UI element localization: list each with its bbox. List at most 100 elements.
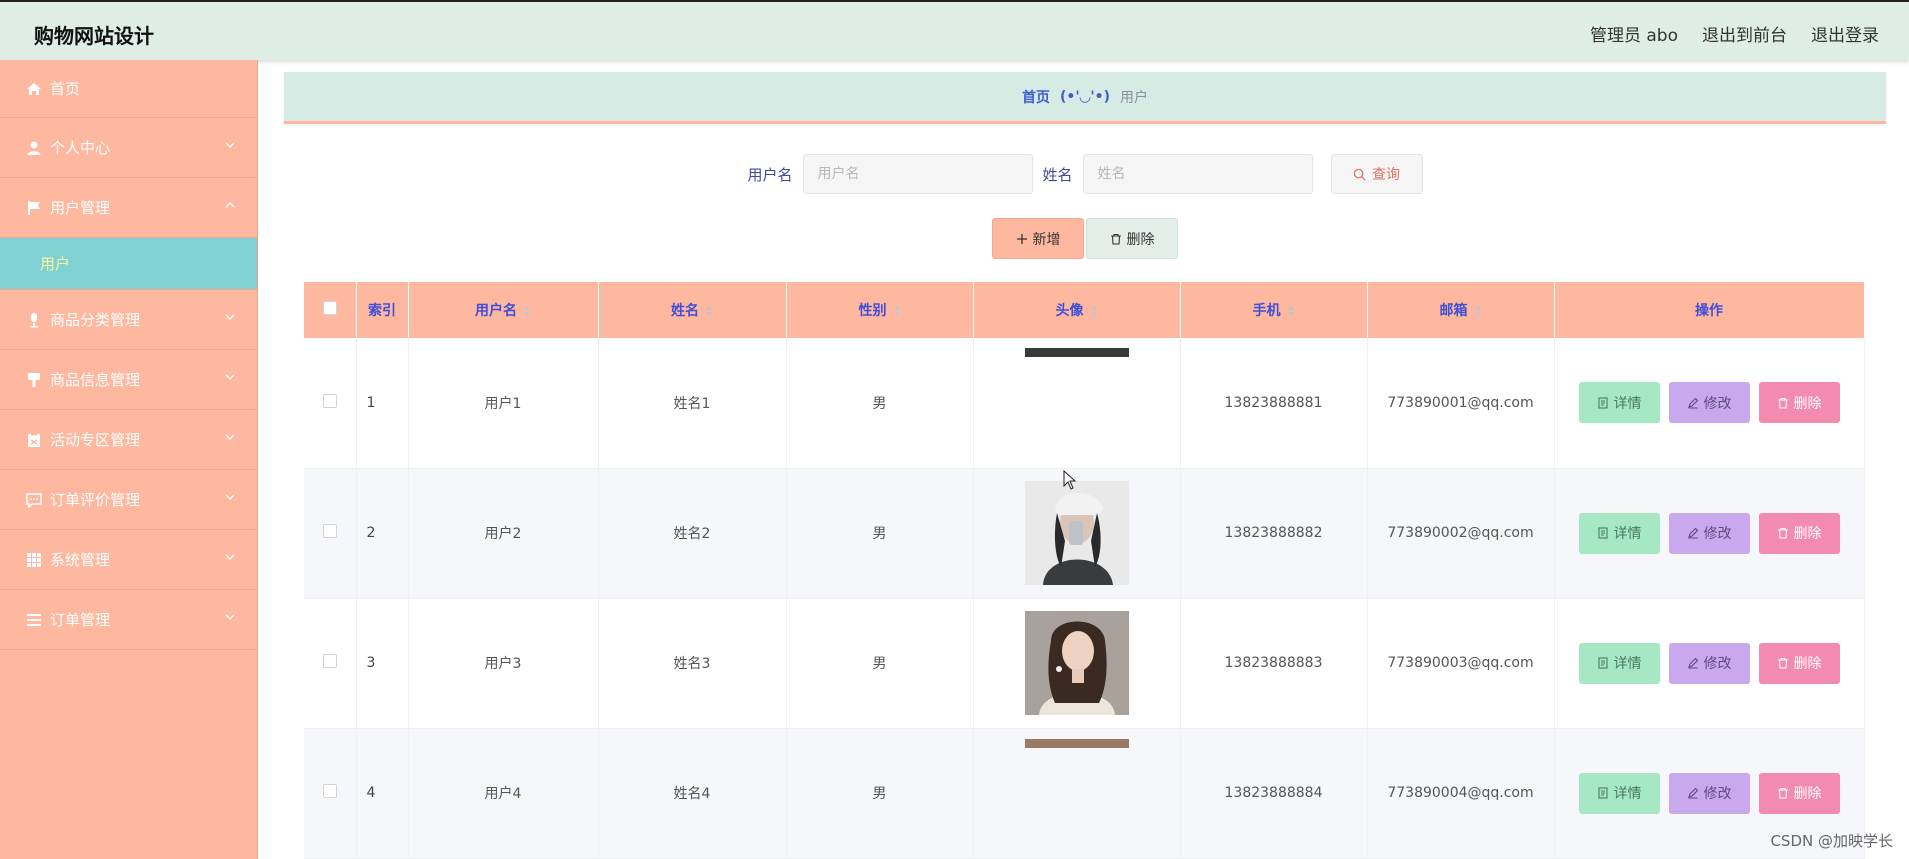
batch-delete-label: 删除	[1126, 231, 1155, 248]
row-checkbox[interactable]	[322, 524, 337, 538]
column-header-label: 邮箱	[1439, 303, 1468, 319]
sort-icon[interactable]	[523, 305, 531, 317]
row-username: 用户3	[408, 598, 599, 729]
table-row: 3 用户3 姓名3 男 13823888883 773890003@qq.com…	[304, 598, 1865, 729]
sidebar-item-user-management[interactable]: 用户管理	[0, 178, 257, 238]
edit-button[interactable]: 修改	[1668, 772, 1750, 814]
row-username: 用户1	[408, 338, 599, 469]
column-header[interactable]: 用户名	[408, 282, 599, 338]
column-header: 索引	[356, 282, 409, 338]
grid-icon	[27, 552, 41, 567]
row-phone: 13823888884	[1180, 728, 1368, 859]
pencil-icon	[1687, 397, 1698, 409]
avatar[interactable]	[1024, 481, 1129, 585]
row-index: 2	[356, 468, 409, 599]
sidebar-item-product-management[interactable]: 商品信息管理	[0, 350, 257, 410]
table-row: 1 用户1 姓名1 男 13823888881 773890001@qq.com…	[304, 338, 1865, 469]
trash-icon	[1777, 787, 1788, 799]
logout-link[interactable]: 退出登录	[1811, 21, 1879, 46]
document-icon	[1597, 657, 1608, 669]
row-email: 773890003@qq.com	[1367, 598, 1555, 729]
column-header-label: 用户名	[475, 303, 517, 319]
batch-delete-button[interactable]: 删除	[1086, 218, 1178, 259]
row-email: 773890001@qq.com	[1367, 338, 1555, 469]
detail-label: 详情	[1613, 786, 1642, 802]
chevron-up-icon	[225, 202, 235, 208]
delete-button[interactable]: 删除	[1758, 512, 1840, 554]
trash-icon	[1777, 657, 1788, 669]
site-title: 购物网站设计	[34, 24, 154, 48]
chevron-down-icon	[225, 614, 235, 620]
edit-button[interactable]: 修改	[1668, 512, 1750, 554]
row-checkbox[interactable]	[322, 393, 337, 408]
column-header[interactable]: 姓名	[598, 282, 787, 338]
search-bar: 用户名 姓名 查询	[284, 154, 1886, 194]
chat-icon	[26, 492, 42, 508]
row-name: 姓名3	[598, 598, 787, 729]
trash-icon	[1777, 397, 1788, 409]
detail-button[interactable]: 详情	[1578, 772, 1660, 814]
sort-icon[interactable]	[705, 305, 713, 317]
sort-icon[interactable]	[893, 305, 901, 317]
username-search-input[interactable]	[802, 154, 1033, 194]
delete-label: 删除	[1793, 656, 1822, 672]
sidebar-item-system-management[interactable]: 系统管理	[0, 530, 257, 590]
column-header[interactable]: 手机	[1180, 282, 1368, 338]
add-button[interactable]: 新增	[992, 218, 1084, 259]
sidebar-item-category-management[interactable]: 商品分类管理	[0, 290, 257, 350]
select-all-checkbox[interactable]	[322, 301, 337, 315]
column-header: 操作	[1554, 282, 1865, 338]
sidebar-item-label: 系统管理	[50, 551, 111, 569]
home-icon	[27, 82, 41, 95]
sidebar-subitem-label: 用户	[40, 255, 71, 273]
row-checkbox[interactable]	[322, 654, 337, 668]
edit-button[interactable]: 修改	[1668, 642, 1750, 684]
breadcrumb-home[interactable]: 首页	[1022, 87, 1050, 107]
pencil-icon	[1687, 527, 1698, 539]
avatar[interactable]	[1024, 738, 1129, 843]
name-search-input[interactable]	[1082, 154, 1313, 194]
chevron-down-icon	[225, 374, 235, 380]
delete-label: 删除	[1793, 526, 1822, 542]
detail-button[interactable]: 详情	[1578, 512, 1660, 554]
brush-icon	[28, 372, 40, 387]
document-icon	[1597, 527, 1608, 539]
delete-button[interactable]: 删除	[1758, 772, 1840, 814]
column-header-label: 头像	[1055, 303, 1084, 319]
admin-label: 管理员 abo	[1589, 26, 1678, 46]
row-gender: 男	[786, 728, 974, 859]
top-nav: 管理员 abo 退出到前台 退出登录	[1590, 21, 1879, 46]
delete-button[interactable]: 删除	[1758, 642, 1840, 684]
sort-icon[interactable]	[1474, 305, 1482, 317]
sidebar-item-home[interactable]: 首页	[0, 60, 257, 118]
mic-icon	[30, 312, 38, 327]
sidebar-item-order-management[interactable]: 订单管理	[0, 590, 257, 650]
column-header[interactable]: 头像	[973, 282, 1181, 338]
row-checkbox[interactable]	[322, 784, 337, 798]
detail-button[interactable]: 详情	[1578, 382, 1660, 424]
sidebar-subitem-user[interactable]: 用户	[0, 238, 257, 290]
document-icon	[1597, 787, 1608, 799]
delete-button[interactable]: 删除	[1758, 382, 1840, 424]
row-gender: 男	[786, 468, 974, 599]
edit-button[interactable]: 修改	[1668, 382, 1750, 424]
detail-button[interactable]: 详情	[1578, 642, 1660, 684]
sidebar-item-personal[interactable]: 个人中心	[0, 118, 257, 178]
row-avatar-cell	[973, 728, 1181, 859]
avatar[interactable]	[1024, 611, 1129, 715]
detail-label: 详情	[1613, 395, 1642, 412]
sidebar-item-activity-management[interactable]: 活动专区管理	[0, 410, 257, 470]
sort-icon[interactable]	[1287, 305, 1295, 317]
avatar[interactable]	[1024, 348, 1129, 452]
row-phone: 13823888881	[1180, 338, 1368, 469]
detail-label: 详情	[1613, 526, 1642, 542]
column-header[interactable]: 邮箱	[1367, 282, 1555, 338]
sidebar-item-label: 商品信息管理	[50, 371, 141, 389]
column-header[interactable]: 性别	[786, 282, 974, 338]
sidebar-item-review-management[interactable]: 订单评价管理	[0, 470, 257, 530]
query-button[interactable]: 查询	[1330, 154, 1423, 194]
back-to-front-link[interactable]: 退出到前台	[1702, 21, 1787, 46]
column-header-label: 性别	[858, 303, 887, 319]
sort-icon[interactable]	[1090, 305, 1098, 317]
sidebar-item-label: 商品分类管理	[50, 311, 141, 329]
